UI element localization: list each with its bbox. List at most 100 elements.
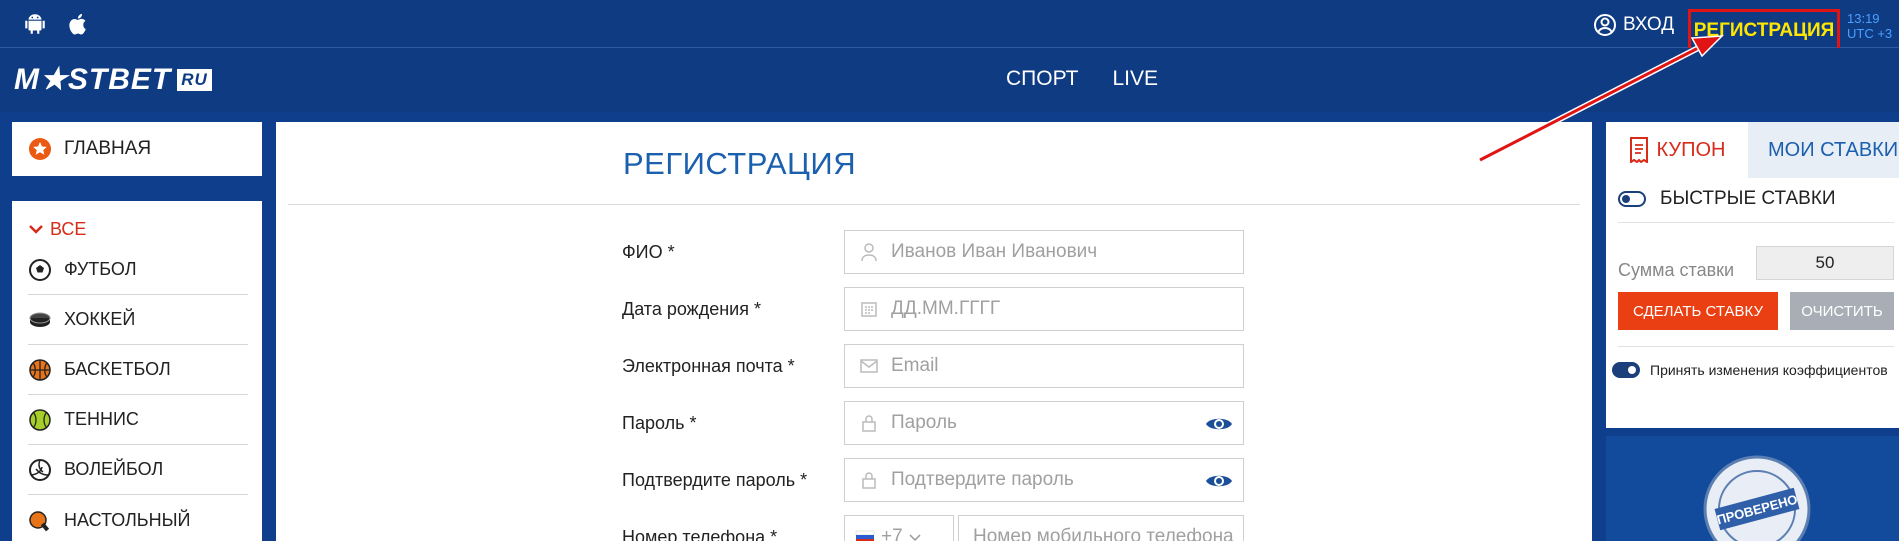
place-bet-button[interactable]: СДЕЛАТЬ СТАВКУ bbox=[1618, 292, 1778, 330]
sidebar-item-home[interactable]: ГЛАВНАЯ bbox=[12, 122, 262, 176]
clear-button[interactable]: ОЧИСТИТЬ bbox=[1790, 292, 1894, 330]
form-row-birthdate: Дата рождения * ДД.ММ.ГГГГ bbox=[622, 287, 1262, 331]
nav-bar: M★STBET RU СПОРТ LIVE bbox=[0, 48, 1899, 112]
page-title: РЕГИСТРАЦИЯ bbox=[623, 146, 857, 181]
form-row-password-confirm: Подтвердите пароль * Подтвердите пароль bbox=[622, 458, 1262, 502]
chevron-down-icon bbox=[909, 534, 921, 541]
form-row-email: Электронная почта * Email bbox=[622, 344, 1262, 388]
tab-my-bets[interactable]: МОИ СТАВКИ bbox=[1748, 122, 1899, 178]
sidebar-gap bbox=[12, 176, 262, 201]
password-confirm-label: Подтвердите пароль * bbox=[622, 470, 808, 490]
tab-coupon-label: КУПОН bbox=[1656, 138, 1726, 161]
user-icon bbox=[861, 243, 877, 262]
phone-code: +7 bbox=[881, 526, 903, 541]
phone-code-select[interactable]: +7 bbox=[844, 515, 954, 541]
clock-time: 13:19 bbox=[1847, 11, 1880, 26]
birthdate-input[interactable]: ДД.ММ.ГГГГ bbox=[844, 287, 1244, 331]
coupon-sidebar: КУПОН МОИ СТАВКИ БЫСТРЫЕ СТАВКИ Сумма ст… bbox=[1606, 122, 1899, 541]
accept-changes-toggle[interactable] bbox=[1612, 362, 1640, 378]
quick-bets-row: БЫСТРЫЕ СТАВКИ bbox=[1618, 188, 1836, 210]
nav-link-sport[interactable]: СПОРТ bbox=[1006, 67, 1079, 91]
calendar-icon bbox=[861, 302, 877, 317]
sidebar-item-volleyball[interactable]: ВОЛЕЙБОЛ bbox=[28, 445, 248, 495]
sidebar-item-label: ФУТБОЛ bbox=[64, 259, 137, 279]
sidebar-item-label: ТЕННИС bbox=[64, 409, 139, 429]
nav-links: СПОРТ LIVE bbox=[1006, 67, 1158, 91]
sports-list: ВСЕ ФУТБОЛ ХОККЕЙ БАСКЕТБОЛ ТЕННИС ВОЛЕЙ… bbox=[12, 201, 262, 541]
sidebar-item-label: ГЛАВНАЯ bbox=[64, 138, 152, 159]
password-input[interactable]: Пароль bbox=[844, 401, 1244, 445]
sidebar-item-label: БАСКЕТБОЛ bbox=[64, 359, 171, 379]
form-row-phone: Номер телефона * +7 Номер мобильного тел… bbox=[622, 515, 1262, 541]
apple-icon[interactable] bbox=[66, 11, 92, 37]
quick-bets-label: БЫСТРЫЕ СТАВКИ bbox=[1660, 188, 1836, 209]
volleyball-icon bbox=[29, 458, 51, 481]
register-button[interactable]: РЕГИСТРАЦИЯ bbox=[1688, 9, 1840, 53]
register-label: РЕГИСТРАЦИЯ bbox=[1693, 20, 1835, 41]
envelope-icon bbox=[860, 359, 878, 373]
logo[interactable]: M★STBET RU bbox=[14, 62, 212, 97]
fullname-label: ФИО * bbox=[622, 242, 675, 262]
sidebar-item-label: ХОККЕЙ bbox=[64, 309, 136, 329]
receipt-icon bbox=[1629, 137, 1648, 163]
flag-icon bbox=[855, 530, 875, 541]
fullname-input[interactable]: Иванов Иван Иванович bbox=[844, 230, 1244, 274]
sidebar-item-football[interactable]: ФУТБОЛ bbox=[28, 245, 248, 295]
email-input[interactable]: Email bbox=[844, 344, 1244, 388]
eye-icon[interactable] bbox=[1205, 414, 1233, 434]
android-icon[interactable] bbox=[22, 11, 48, 37]
sidebar: ГЛАВНАЯ ВСЕ ФУТБОЛ ХОККЕЙ БАСКЕТБОЛ ТЕНН… bbox=[12, 122, 262, 541]
lock-icon bbox=[862, 415, 876, 432]
sidebar-item-label: ВСЕ bbox=[50, 218, 87, 239]
stake-input[interactable]: 50 bbox=[1756, 246, 1894, 280]
phone-input[interactable]: Номер мобильного телефона bbox=[958, 515, 1244, 541]
accept-changes-row: Принять изменения коэффициентов bbox=[1612, 362, 1897, 378]
eye-icon[interactable] bbox=[1205, 471, 1233, 491]
basketball-icon bbox=[29, 358, 51, 381]
clock: 13:19 UTC +3 bbox=[1847, 11, 1892, 41]
email-label: Электронная почта * bbox=[622, 356, 795, 376]
top-bar: ВХОД РЕГИСТРАЦИЯ 13:19 UTC +3 bbox=[0, 0, 1899, 53]
password-label: Пароль * bbox=[622, 413, 697, 433]
sidebar-item-label: ВОЛЕЙБОЛ bbox=[64, 459, 164, 479]
logo-suffix: RU bbox=[177, 68, 212, 91]
password-placeholder: Пароль bbox=[891, 412, 957, 433]
tab-coupon[interactable]: КУПОН bbox=[1606, 122, 1748, 178]
login-link[interactable]: ВХОД bbox=[1593, 13, 1674, 37]
clear-label: ОЧИСТИТЬ bbox=[1801, 302, 1883, 320]
phone-label: Номер телефона * bbox=[622, 527, 778, 541]
sidebar-item-tennis[interactable]: ТЕННИС bbox=[28, 395, 248, 445]
sidebar-item-basketball[interactable]: БАСКЕТБОЛ bbox=[28, 345, 248, 395]
verified-banner[interactable]: ПРОВЕРЕНО bbox=[1606, 436, 1899, 541]
password-confirm-placeholder: Подтвердите пароль bbox=[891, 469, 1074, 490]
hockey-puck-icon bbox=[29, 312, 51, 327]
logo-text: M★STBET bbox=[14, 63, 172, 96]
place-bet-label: СДЕЛАТЬ СТАВКУ bbox=[1633, 302, 1763, 320]
email-placeholder: Email bbox=[891, 355, 939, 376]
login-label: ВХОД bbox=[1623, 14, 1675, 35]
registration-panel: РЕГИСТРАЦИЯ ФИО * Иванов Иван Иванович Д… bbox=[276, 122, 1592, 541]
sidebar-item-all[interactable]: ВСЕ bbox=[12, 213, 262, 245]
divider bbox=[288, 204, 1580, 205]
birthdate-label: Дата рождения * bbox=[622, 299, 761, 319]
form-row-fullname: ФИО * Иванов Иван Иванович bbox=[622, 230, 1262, 274]
coupon-tabs: КУПОН МОИ СТАВКИ bbox=[1606, 122, 1899, 178]
password-confirm-input[interactable]: Подтвердите пароль bbox=[844, 458, 1244, 502]
sidebar-item-table-tennis[interactable]: НАСТОЛЬНЫЙ bbox=[28, 495, 248, 541]
table-tennis-icon bbox=[29, 511, 50, 532]
quick-bets-toggle[interactable] bbox=[1618, 191, 1646, 207]
fullname-placeholder: Иванов Иван Иванович bbox=[891, 241, 1098, 262]
sidebar-item-label: НАСТОЛЬНЫЙ bbox=[64, 509, 191, 530]
divider bbox=[1618, 222, 1894, 223]
chevron-down-icon bbox=[29, 225, 43, 234]
tennis-ball-icon bbox=[29, 408, 51, 431]
divider bbox=[1618, 346, 1894, 347]
sidebar-item-hockey[interactable]: ХОККЕЙ bbox=[28, 295, 248, 345]
phone-placeholder: Номер мобильного телефона bbox=[973, 526, 1234, 541]
nav-link-live[interactable]: LIVE bbox=[1113, 67, 1159, 91]
soccer-ball-icon bbox=[29, 258, 51, 281]
star-badge-icon bbox=[29, 138, 51, 160]
birthdate-placeholder: ДД.ММ.ГГГГ bbox=[891, 298, 1001, 319]
form-row-password: Пароль * Пароль bbox=[622, 401, 1262, 445]
clock-timezone: UTC +3 bbox=[1847, 26, 1893, 41]
